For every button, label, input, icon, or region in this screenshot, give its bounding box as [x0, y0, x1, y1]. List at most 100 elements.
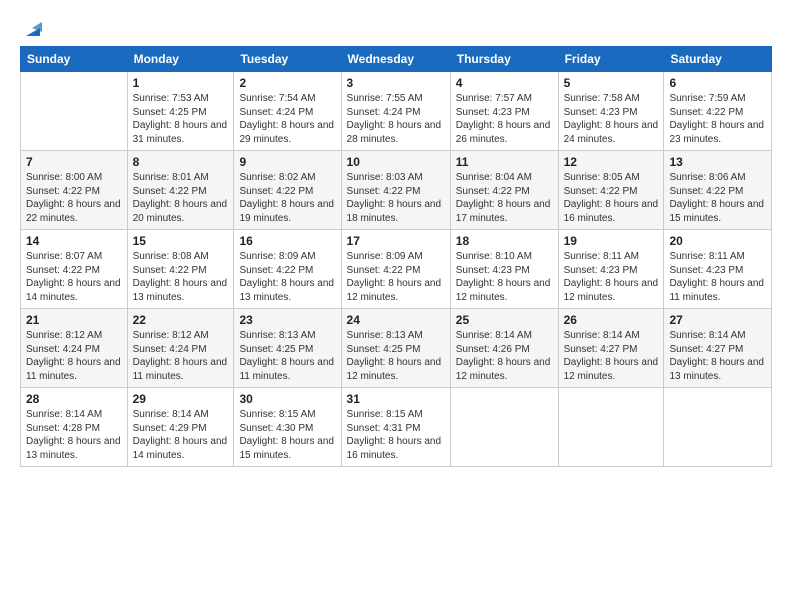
day-info: Sunrise: 8:11 AMSunset: 4:23 PMDaylight:…	[669, 251, 764, 303]
weekday-monday: Monday	[127, 47, 234, 72]
day-cell: 9 Sunrise: 8:02 AMSunset: 4:22 PMDaylight…	[234, 151, 341, 230]
day-number: 6	[669, 76, 766, 90]
day-cell: 5 Sunrise: 7:58 AMSunset: 4:23 PMDaylight…	[558, 72, 664, 151]
day-number: 28	[26, 392, 122, 406]
week-row-2: 7 Sunrise: 8:00 AMSunset: 4:22 PMDaylight…	[21, 151, 772, 230]
day-cell: 28 Sunrise: 8:14 AMSunset: 4:28 PMDayligh…	[21, 388, 128, 467]
day-info: Sunrise: 8:14 AMSunset: 4:29 PMDaylight:…	[133, 409, 228, 461]
day-info: Sunrise: 8:13 AMSunset: 4:25 PMDaylight:…	[239, 330, 334, 382]
day-info: Sunrise: 7:59 AMSunset: 4:22 PMDaylight:…	[669, 93, 764, 145]
day-number: 4	[456, 76, 553, 90]
day-number: 24	[347, 313, 445, 327]
day-number: 3	[347, 76, 445, 90]
day-info: Sunrise: 8:05 AMSunset: 4:22 PMDaylight:…	[564, 172, 659, 224]
day-info: Sunrise: 7:53 AMSunset: 4:25 PMDaylight:…	[133, 93, 228, 145]
day-number: 18	[456, 234, 553, 248]
day-cell: 17 Sunrise: 8:09 AMSunset: 4:22 PMDayligh…	[341, 230, 450, 309]
day-cell: 26Sunrise: 8:14 AMSunset: 4:27 PMDayligh…	[558, 309, 664, 388]
day-info: Sunrise: 7:55 AMSunset: 4:24 PMDaylight:…	[347, 93, 442, 145]
day-number: 13	[669, 155, 766, 169]
day-cell: 30Sunrise: 8:15 AMSunset: 4:30 PMDayligh…	[234, 388, 341, 467]
day-info: Sunrise: 8:14 AMSunset: 4:28 PMDaylight:…	[26, 409, 121, 461]
day-cell	[558, 388, 664, 467]
day-number: 30	[239, 392, 335, 406]
day-number: 27	[669, 313, 766, 327]
page-header	[20, 18, 772, 40]
day-info: Sunrise: 8:11 AMSunset: 4:23 PMDaylight:…	[564, 251, 659, 303]
week-row-3: 14 Sunrise: 8:07 AMSunset: 4:22 PMDayligh…	[21, 230, 772, 309]
day-info: Sunrise: 8:12 AMSunset: 4:24 PMDaylight:…	[26, 330, 121, 382]
day-cell: 23Sunrise: 8:13 AMSunset: 4:25 PMDayligh…	[234, 309, 341, 388]
day-number: 16	[239, 234, 335, 248]
day-cell: 31 Sunrise: 8:15 AMSunset: 4:31 PMDayligh…	[341, 388, 450, 467]
day-number: 7	[26, 155, 122, 169]
day-number: 25	[456, 313, 553, 327]
week-row-1: 1 Sunrise: 7:53 AMSunset: 4:25 PMDaylight…	[21, 72, 772, 151]
day-cell: 25 Sunrise: 8:14 AMSunset: 4:26 PMDayligh…	[450, 309, 558, 388]
day-cell: 6 Sunrise: 7:59 AMSunset: 4:22 PMDaylight…	[664, 72, 772, 151]
day-cell: 8 Sunrise: 8:01 AMSunset: 4:22 PMDaylight…	[127, 151, 234, 230]
week-row-5: 28 Sunrise: 8:14 AMSunset: 4:28 PMDayligh…	[21, 388, 772, 467]
day-info: Sunrise: 8:03 AMSunset: 4:22 PMDaylight:…	[347, 172, 442, 224]
day-info: Sunrise: 8:13 AMSunset: 4:25 PMDaylight:…	[347, 330, 442, 382]
day-cell: 19Sunrise: 8:11 AMSunset: 4:23 PMDayligh…	[558, 230, 664, 309]
day-number: 14	[26, 234, 122, 248]
day-cell: 7 Sunrise: 8:00 AMSunset: 4:22 PMDaylight…	[21, 151, 128, 230]
day-info: Sunrise: 8:09 AMSunset: 4:22 PMDaylight:…	[347, 251, 442, 303]
day-number: 8	[133, 155, 229, 169]
day-cell: 2Sunrise: 7:54 AMSunset: 4:24 PMDaylight…	[234, 72, 341, 151]
day-number: 20	[669, 234, 766, 248]
day-info: Sunrise: 8:07 AMSunset: 4:22 PMDaylight:…	[26, 251, 121, 303]
day-cell: 21 Sunrise: 8:12 AMSunset: 4:24 PMDayligh…	[21, 309, 128, 388]
weekday-friday: Friday	[558, 47, 664, 72]
day-info: Sunrise: 8:09 AMSunset: 4:22 PMDaylight:…	[239, 251, 334, 303]
day-cell: 14 Sunrise: 8:07 AMSunset: 4:22 PMDayligh…	[21, 230, 128, 309]
day-number: 5	[564, 76, 659, 90]
day-info: Sunrise: 7:58 AMSunset: 4:23 PMDaylight:…	[564, 93, 659, 145]
day-cell: 11Sunrise: 8:04 AMSunset: 4:22 PMDayligh…	[450, 151, 558, 230]
weekday-sunday: Sunday	[21, 47, 128, 72]
day-info: Sunrise: 8:14 AMSunset: 4:27 PMDaylight:…	[669, 330, 764, 382]
day-info: Sunrise: 8:14 AMSunset: 4:27 PMDaylight:…	[564, 330, 659, 382]
day-number: 21	[26, 313, 122, 327]
day-number: 9	[239, 155, 335, 169]
day-number: 29	[133, 392, 229, 406]
logo	[20, 18, 44, 40]
logo-icon	[22, 18, 44, 40]
day-info: Sunrise: 8:08 AMSunset: 4:22 PMDaylight:…	[133, 251, 228, 303]
day-number: 17	[347, 234, 445, 248]
day-cell: 3 Sunrise: 7:55 AMSunset: 4:24 PMDaylight…	[341, 72, 450, 151]
day-info: Sunrise: 8:15 AMSunset: 4:31 PMDaylight:…	[347, 409, 442, 461]
day-info: Sunrise: 8:10 AMSunset: 4:23 PMDaylight:…	[456, 251, 551, 303]
day-info: Sunrise: 8:00 AMSunset: 4:22 PMDaylight:…	[26, 172, 121, 224]
day-cell: 15 Sunrise: 8:08 AMSunset: 4:22 PMDayligh…	[127, 230, 234, 309]
day-cell: 4 Sunrise: 7:57 AMSunset: 4:23 PMDaylight…	[450, 72, 558, 151]
weekday-thursday: Thursday	[450, 47, 558, 72]
calendar-table: SundayMondayTuesdayWednesdayThursdayFrid…	[20, 46, 772, 467]
day-info: Sunrise: 8:14 AMSunset: 4:26 PMDaylight:…	[456, 330, 551, 382]
day-cell: 18 Sunrise: 8:10 AMSunset: 4:23 PMDayligh…	[450, 230, 558, 309]
day-info: Sunrise: 7:57 AMSunset: 4:23 PMDaylight:…	[456, 93, 551, 145]
day-number: 31	[347, 392, 445, 406]
weekday-saturday: Saturday	[664, 47, 772, 72]
day-cell: 27 Sunrise: 8:14 AMSunset: 4:27 PMDayligh…	[664, 309, 772, 388]
day-cell: 20 Sunrise: 8:11 AMSunset: 4:23 PMDayligh…	[664, 230, 772, 309]
day-info: Sunrise: 8:01 AMSunset: 4:22 PMDaylight:…	[133, 172, 228, 224]
day-cell	[664, 388, 772, 467]
day-info: Sunrise: 8:02 AMSunset: 4:22 PMDaylight:…	[239, 172, 334, 224]
day-number: 10	[347, 155, 445, 169]
weekday-header-row: SundayMondayTuesdayWednesdayThursdayFrid…	[21, 47, 772, 72]
day-cell	[21, 72, 128, 151]
day-cell	[450, 388, 558, 467]
day-number: 1	[133, 76, 229, 90]
day-number: 22	[133, 313, 229, 327]
weekday-wednesday: Wednesday	[341, 47, 450, 72]
day-cell: 24 Sunrise: 8:13 AMSunset: 4:25 PMDayligh…	[341, 309, 450, 388]
day-info: Sunrise: 8:12 AMSunset: 4:24 PMDaylight:…	[133, 330, 228, 382]
day-cell: 22 Sunrise: 8:12 AMSunset: 4:24 PMDayligh…	[127, 309, 234, 388]
day-cell: 29 Sunrise: 8:14 AMSunset: 4:29 PMDayligh…	[127, 388, 234, 467]
day-number: 15	[133, 234, 229, 248]
day-cell: 12Sunrise: 8:05 AMSunset: 4:22 PMDayligh…	[558, 151, 664, 230]
day-number: 2	[239, 76, 335, 90]
day-cell: 10 Sunrise: 8:03 AMSunset: 4:22 PMDayligh…	[341, 151, 450, 230]
